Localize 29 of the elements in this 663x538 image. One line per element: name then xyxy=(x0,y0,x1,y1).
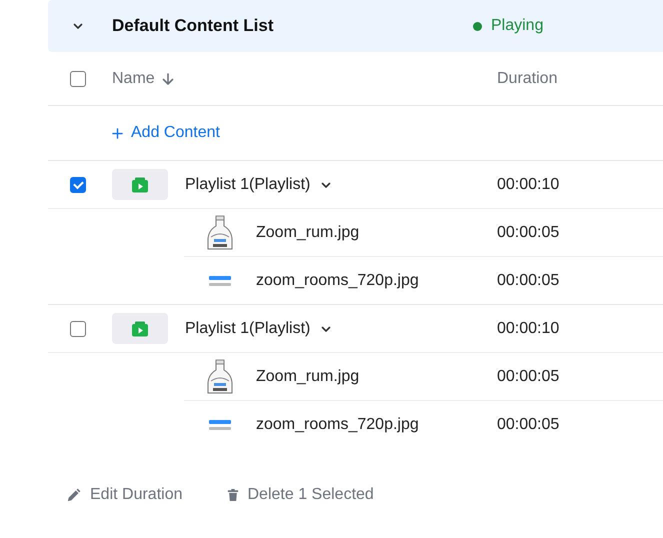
add-content-link[interactable]: Add Content xyxy=(112,124,220,142)
checkbox[interactable] xyxy=(70,176,86,192)
duration: 00:00:05 xyxy=(497,416,560,432)
plus-icon[interactable] xyxy=(112,128,123,138)
playlist-icon xyxy=(112,169,168,200)
duration: 00:00:05 xyxy=(497,368,560,384)
down-arrow-icon[interactable] xyxy=(160,72,175,86)
playlist-icon xyxy=(112,313,168,344)
file-name: zoom_rooms_720p.jpg xyxy=(256,272,419,288)
column-header[interactable]: Name xyxy=(112,70,155,88)
duration: 00:00:10 xyxy=(497,176,560,192)
duration: 00:00:05 xyxy=(497,224,560,240)
duration: 00:00:10 xyxy=(497,320,560,336)
checkbox[interactable] xyxy=(70,320,86,336)
checkbox[interactable] xyxy=(70,70,86,86)
file-name: Zoom_rum.jpg xyxy=(256,224,360,240)
file-name: Zoom_rum.jpg xyxy=(256,368,360,384)
status-dot xyxy=(473,22,482,30)
status-text: Playing xyxy=(491,17,544,35)
playlist-name: Playlist 1(Playlist) xyxy=(185,320,310,338)
delete-button[interactable]: Delete 1 Selected xyxy=(226,486,374,504)
file-name: zoom_rooms_720p.jpg xyxy=(256,416,419,432)
duration: 00:00:05 xyxy=(497,272,560,288)
playlist-name: Playlist 1(Playlist) xyxy=(185,176,310,194)
trash-icon xyxy=(226,488,238,502)
pencil-icon xyxy=(66,488,81,502)
list-title: Default Content List xyxy=(112,16,274,36)
edit-duration-button[interactable]: Edit Duration xyxy=(66,486,182,504)
column-header[interactable]: Duration xyxy=(497,70,558,86)
